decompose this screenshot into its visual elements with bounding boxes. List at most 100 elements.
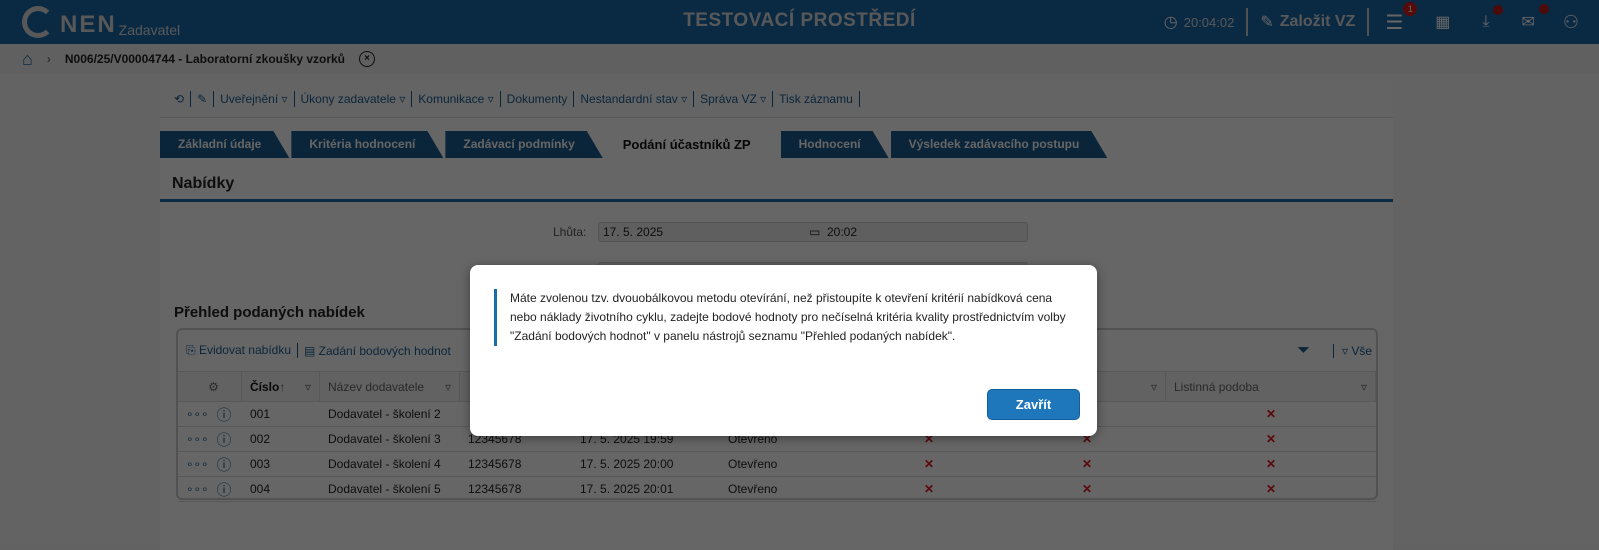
column-filter-icon[interactable]: ▿: [1151, 380, 1157, 394]
more-icon[interactable]: ∘∘∘: [186, 407, 209, 421]
column-filter-icon[interactable]: ▿: [305, 380, 311, 394]
info-icon[interactable]: ⓘ: [217, 404, 232, 425]
filter-all-label: Vše: [1351, 343, 1372, 358]
clock-icon: ◷: [1163, 14, 1178, 31]
table-cell: ✕: [923, 457, 935, 471]
mail-button[interactable]: ✉: [1505, 4, 1550, 32]
refresh-icon[interactable]: ⟲: [168, 90, 192, 107]
register-offer-button[interactable]: ⎘ Evidovat nabídku: [186, 343, 298, 358]
toolbar-nonstandard[interactable]: Nestandardní stav ▿: [574, 90, 695, 107]
user-icon: ⚇: [1562, 11, 1579, 32]
more-icon[interactable]: ∘∘∘: [186, 482, 209, 496]
info-icon[interactable]: ⓘ: [217, 479, 232, 500]
download-button[interactable]: ⤓: [1466, 5, 1505, 31]
info-icon[interactable]: ⓘ: [217, 429, 232, 450]
tab-submissions[interactable]: Podání účastníků ZP: [605, 131, 779, 158]
breadcrumb-title[interactable]: N006/25/V00004744 - Laboratorní zkoušky …: [65, 52, 345, 66]
toolbar-actions[interactable]: Úkony zadavatele ▿: [295, 90, 413, 107]
table-cell: 17. 5. 2025 20:00: [580, 457, 674, 471]
calendar-icon[interactable]: ▭: [809, 225, 820, 239]
notification-badge: 1: [1403, 1, 1418, 16]
table-cell: ✕: [1265, 432, 1277, 446]
column-header[interactable]: Název dodavatele ▿: [320, 372, 460, 401]
deadline-input[interactable]: 17. 5. 2025 ▭ 20:02: [598, 222, 1028, 242]
download-dot: [1493, 5, 1504, 15]
pencil-icon[interactable]: ✎: [191, 90, 215, 107]
close-breadcrumb-icon[interactable]: ×: [359, 51, 376, 67]
info-dialog: Máte zvolenou tzv. dvouobálkovou metodu …: [470, 265, 1097, 436]
table-cell: Dodavatel - školení 4: [328, 457, 441, 471]
register-offer-label: Evidovat nabídku: [198, 343, 291, 357]
edit-icon: ✎: [1260, 14, 1274, 31]
more-icon[interactable]: ∘∘∘: [186, 457, 209, 471]
table-cell: ✕: [1081, 457, 1093, 471]
table-cell: Otevřeno: [728, 482, 778, 496]
table-row[interactable]: ∘∘∘ ⓘ 003 Dodavatel - školení 4 12345678 17. …: [178, 452, 1376, 477]
column-filter-icon[interactable]: ▿: [445, 380, 451, 394]
table-cell: 001: [250, 407, 271, 421]
section-title: Nabídky: [160, 160, 1393, 202]
toolbar-publication[interactable]: Uveřejnění ▿: [214, 90, 295, 107]
deadline-date: 17. 5. 2025: [603, 225, 664, 239]
mail-dot: [1538, 4, 1549, 14]
close-button[interactable]: Zavřít: [987, 389, 1080, 420]
tab-basic[interactable]: Základní údaje: [160, 131, 289, 158]
table-cell: 12345678: [468, 457, 522, 471]
top-header: NEN Zadavatel TESTOVACÍ PROSTŘEDÍ ◷ 20:04…: [0, 0, 1599, 44]
sort-asc-icon[interactable]: ↑: [279, 380, 285, 394]
toolbar-communication[interactable]: Komunikace ▿: [412, 90, 501, 107]
deadline-time: 20:02: [827, 225, 858, 239]
column-header[interactable]: Listinná podoba ▿: [1166, 372, 1376, 401]
menu-button[interactable]: ☰ 1: [1369, 1, 1419, 35]
user-button[interactable]: ⚇: [1551, 12, 1599, 33]
table-cell: 004: [250, 482, 271, 496]
action-toolbar: ⟲ ✎ Uveřejnění ▿ Úkony zadavatele ▿ Komu…: [160, 80, 1393, 118]
enter-points-button[interactable]: ▤ Zadání bodových hodnot: [298, 344, 451, 358]
tab-conditions[interactable]: Zadávací podmínky: [445, 131, 602, 158]
column-filter-icon[interactable]: ▿: [1361, 380, 1367, 394]
row-actions: ∘∘∘ ⓘ: [178, 452, 242, 476]
table-row[interactable]: ∘∘∘ ⓘ 004 Dodavatel - školení 5 12345678 17. …: [178, 477, 1376, 502]
table-cell: Dodavatel - školení 5: [328, 482, 441, 496]
row-actions: ∘∘∘ ⓘ: [178, 402, 242, 426]
column-settings-icon[interactable]: ⚙: [178, 372, 242, 401]
table-cell: 002: [250, 432, 271, 446]
more-icon[interactable]: ∘∘∘: [186, 432, 209, 446]
filter-all-button[interactable]: ▿ Vše: [1332, 343, 1372, 358]
clock-time: 20:04:02: [1183, 14, 1235, 30]
dialog-message: Máte zvolenou tzv. dvouobálkovou metodu …: [494, 289, 1069, 346]
toolbar-manage[interactable]: Správa VZ ▿: [694, 90, 774, 107]
table-cell: ✕: [1081, 482, 1093, 496]
table-cell: Otevřeno: [728, 457, 778, 471]
tab-criteria[interactable]: Kritéria hodnocení: [291, 131, 443, 158]
create-vz-button[interactable]: ✎ Založit VZ: [1248, 12, 1367, 32]
table-cell: 17. 5. 2025 20:01: [580, 482, 674, 496]
toolbar-documents[interactable]: Dokumenty: [501, 90, 575, 107]
toolbar-print[interactable]: Tisk záznamu: [773, 90, 860, 107]
clock: ◷ 20:04:02: [1152, 12, 1247, 32]
menu-icon: ☰: [1385, 11, 1404, 34]
mail-icon: ✉: [1521, 14, 1535, 31]
row-actions: ∘∘∘ ⓘ: [178, 427, 242, 451]
table-cell: Dodavatel - školení 2: [328, 407, 441, 421]
table-cell: ✕: [1265, 407, 1277, 421]
column-header-label: Číslo: [250, 379, 280, 394]
table-cell: 003: [250, 457, 271, 471]
offers-title: Přehled podaných nabídek: [174, 304, 365, 321]
column-header-label: Listinná podoba: [1174, 379, 1259, 394]
table-cell: Dodavatel - školení 3: [328, 432, 441, 446]
row-actions: ∘∘∘ ⓘ: [178, 477, 242, 501]
calendar-button[interactable]: ▦: [1419, 12, 1466, 32]
table-cell: ✕: [923, 482, 935, 496]
chevron-right-icon: ›: [46, 52, 51, 66]
info-icon[interactable]: ⓘ: [217, 454, 232, 475]
download-icon: ⤓: [1482, 13, 1490, 30]
table-cell: ✕: [1265, 457, 1277, 471]
tab-evaluation[interactable]: Hodnocení: [781, 131, 889, 158]
enter-points-label: Zadání bodových hodnot: [318, 343, 451, 358]
home-icon[interactable]: ⌂: [22, 49, 33, 70]
tab-result[interactable]: Výsledek zadávacího postupu: [891, 131, 1108, 158]
column-header[interactable]: Číslo ↑ ▿: [242, 372, 320, 401]
table-cell: ✕: [1265, 482, 1277, 496]
filter-icon[interactable]: ⏷: [1297, 342, 1310, 360]
